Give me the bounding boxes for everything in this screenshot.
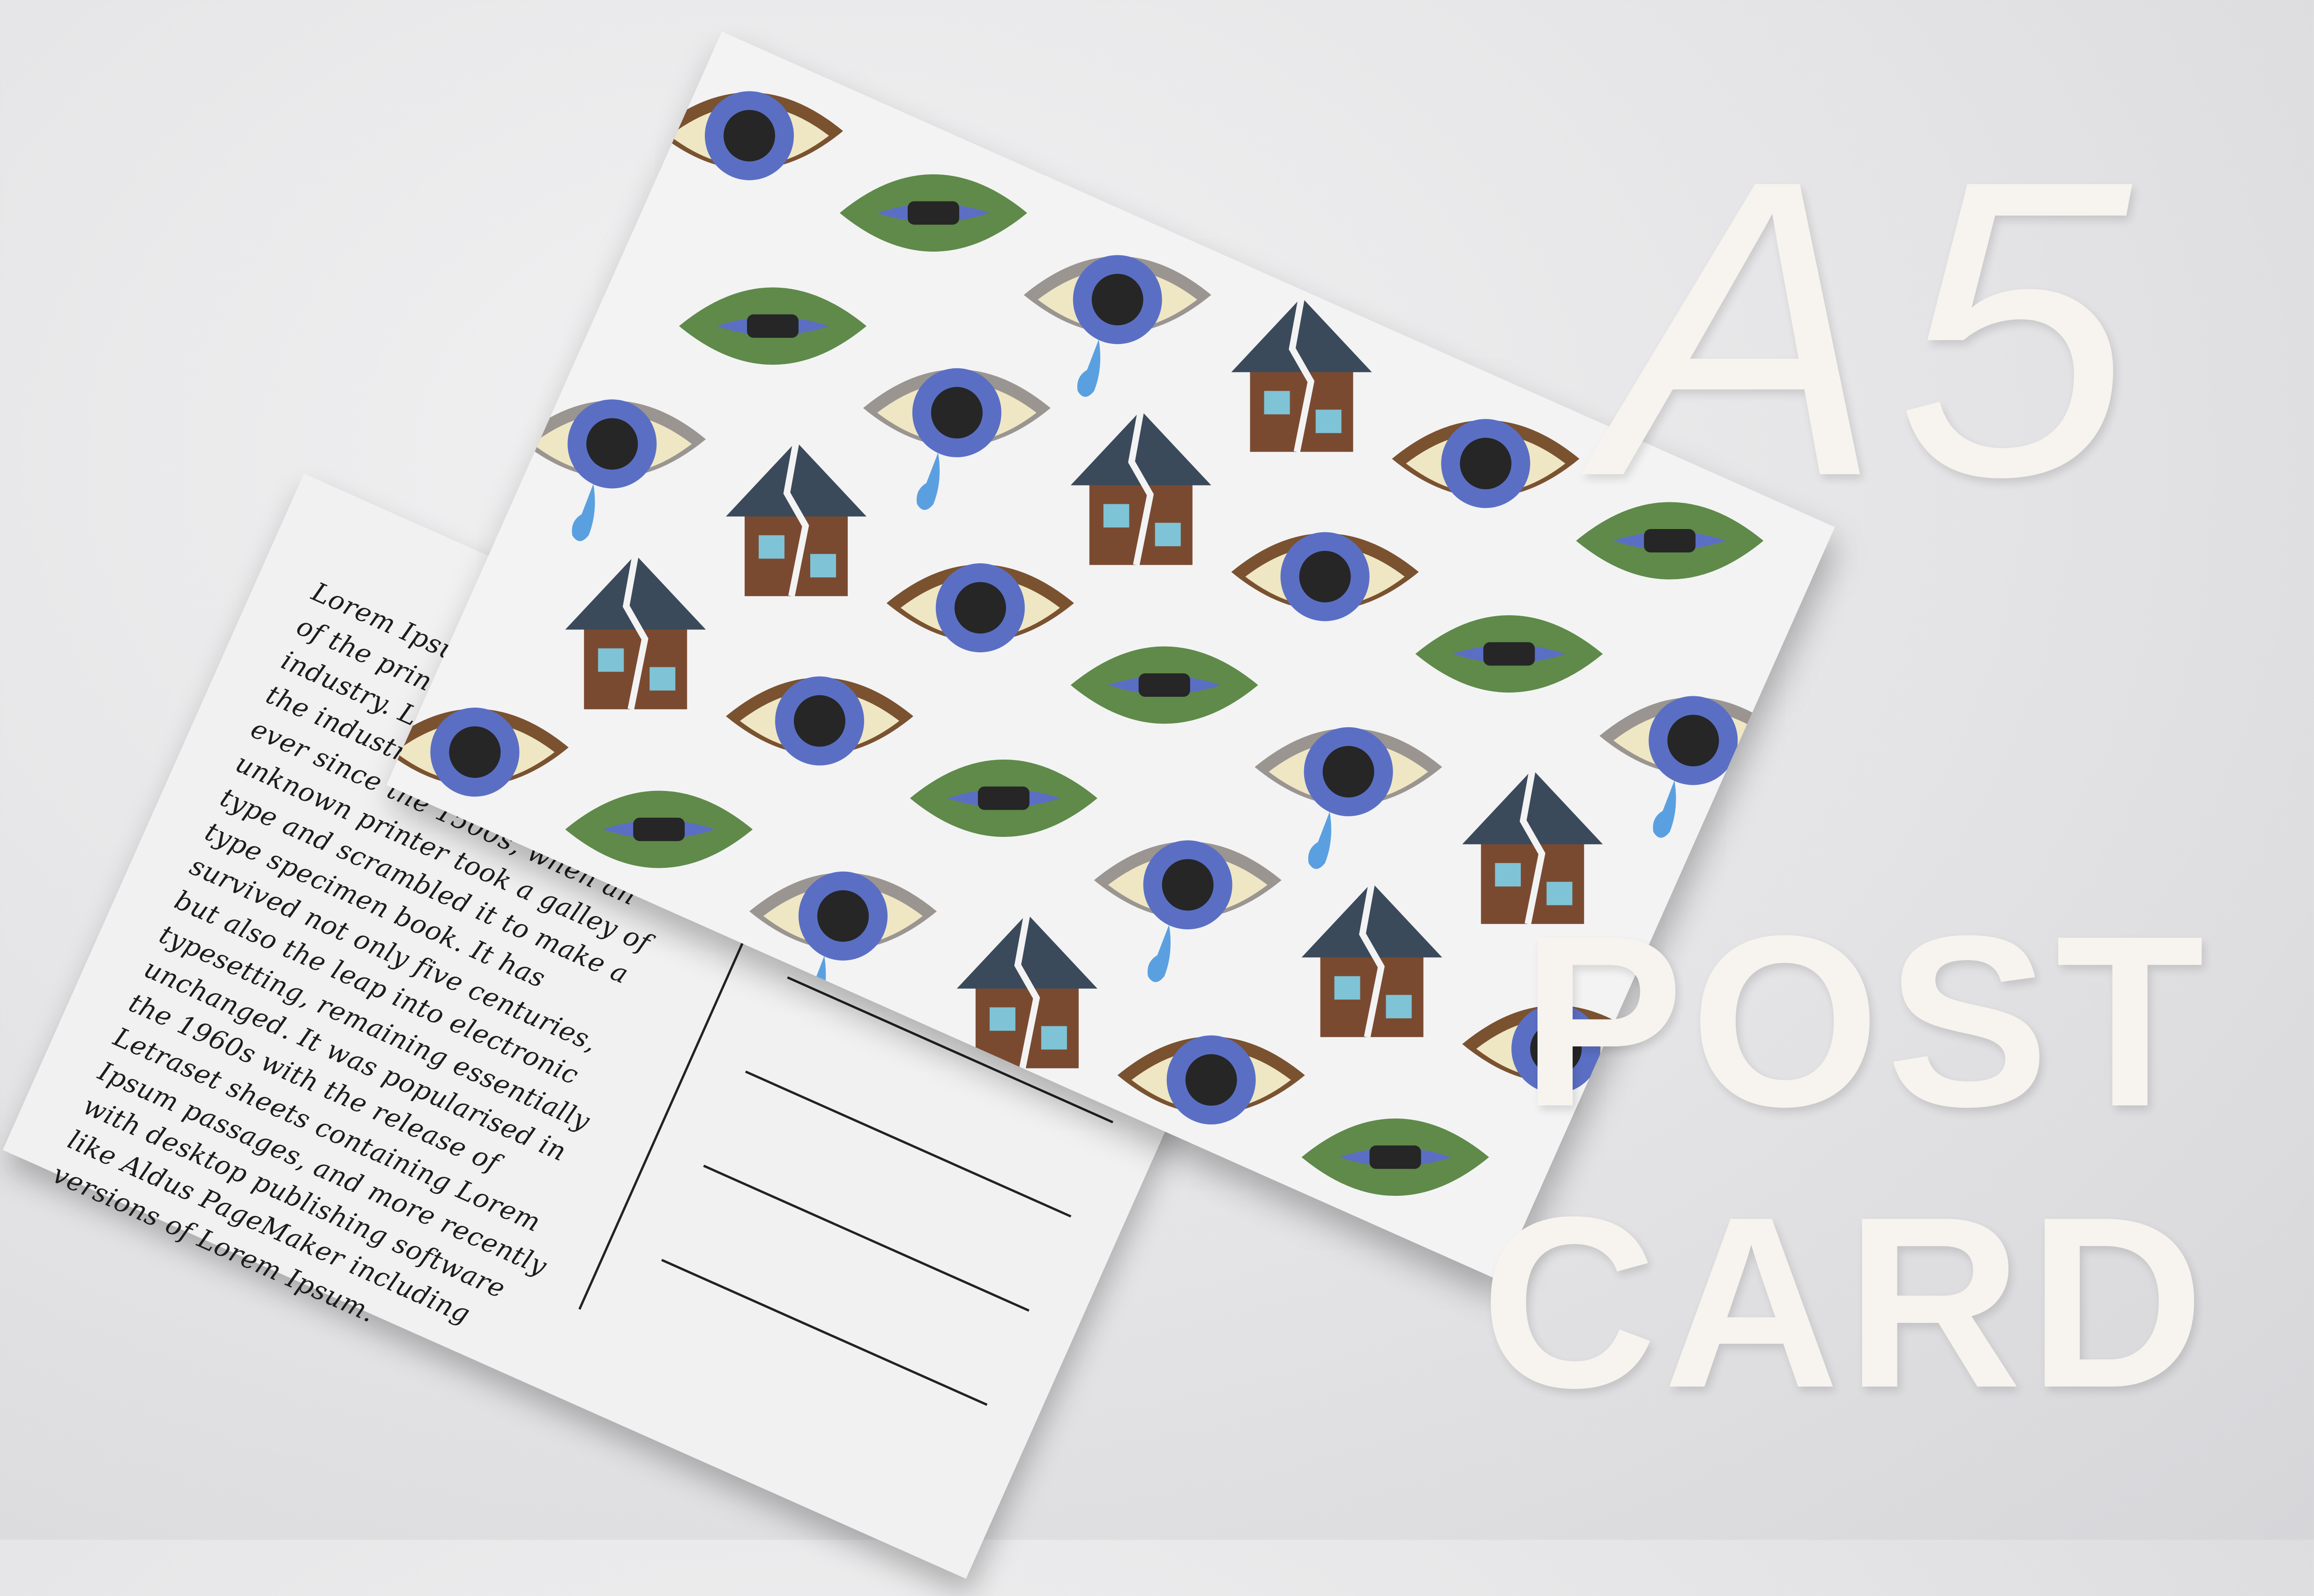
crying-eye-icon — [1094, 840, 1282, 982]
green-eye-icon — [679, 287, 867, 365]
brown-eye-icon — [886, 563, 1074, 653]
crying-eye-icon — [863, 368, 1051, 510]
brown-eye-icon — [1392, 419, 1580, 508]
green-eye-icon — [1301, 1119, 1489, 1196]
crying-eye-icon — [1023, 255, 1211, 397]
brown-eye-icon — [1231, 532, 1419, 621]
crying-eye-icon — [1599, 696, 1787, 838]
address-line — [745, 1070, 1072, 1218]
crying-eye-icon — [1254, 727, 1442, 869]
green-eye-icon — [565, 791, 753, 868]
brown-eye-icon — [1117, 1035, 1305, 1125]
cracked-house-icon — [1070, 410, 1211, 566]
address-line — [703, 1164, 1030, 1312]
headline-card: CARD — [1480, 1166, 2211, 1439]
cracked-house-icon — [1231, 297, 1372, 453]
size-label: A5 — [1601, 92, 2145, 564]
cracked-house-icon — [1301, 881, 1442, 1038]
cracked-house-icon — [726, 440, 867, 597]
cracked-house-icon — [565, 554, 706, 710]
green-eye-icon — [1070, 646, 1258, 724]
green-eye-icon — [839, 174, 1027, 252]
crying-eye-icon — [518, 399, 706, 541]
brown-eye-icon — [656, 91, 843, 180]
address-line — [661, 1259, 988, 1406]
headline-post: POST — [1521, 885, 2211, 1157]
cracked-house-icon — [956, 913, 1097, 1069]
postcard-mockup-scene: Lorem Ipsum is simply dummy text of the … — [0, 0, 2314, 1579]
brown-eye-icon — [726, 676, 914, 766]
green-eye-icon — [1415, 615, 1603, 693]
green-eye-icon — [910, 759, 1097, 837]
